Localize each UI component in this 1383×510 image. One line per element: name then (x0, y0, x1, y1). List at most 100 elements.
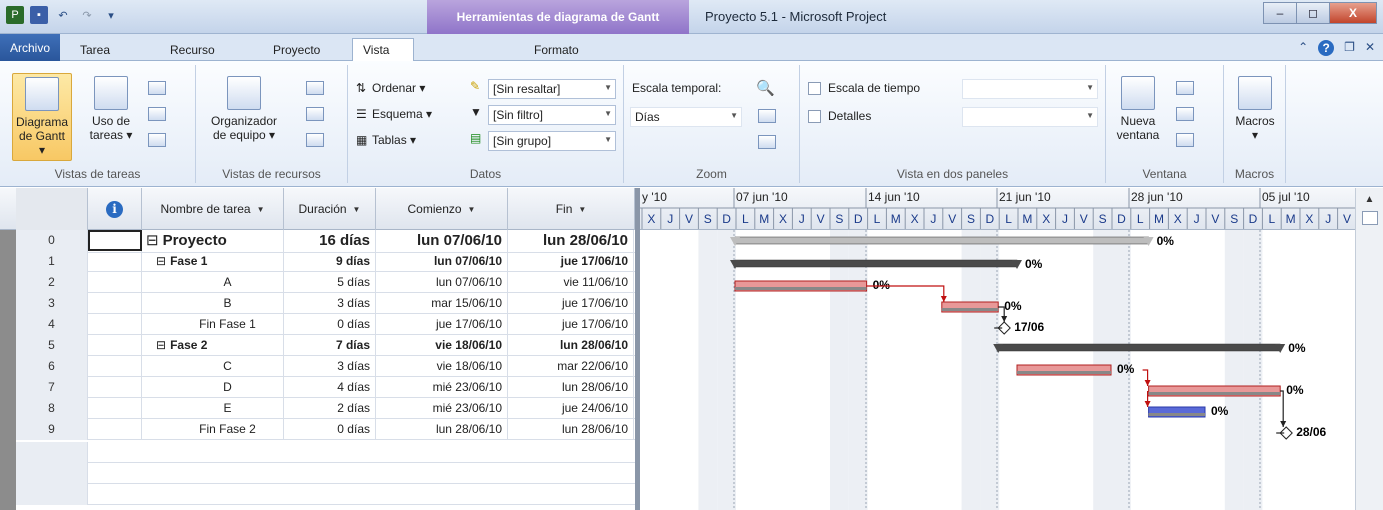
task-name-cell[interactable]: A (142, 272, 284, 293)
vertical-scrollbar[interactable]: ▲ (1355, 188, 1383, 510)
start-cell[interactable]: jue 17/06/10 (376, 314, 508, 335)
sort-button[interactable]: Ordenar ▾ (372, 81, 425, 95)
indicator-cell[interactable] (88, 314, 142, 335)
end-cell[interactable]: mar 22/06/10 (508, 356, 634, 377)
start-cell[interactable]: lun 07/06/10 (376, 272, 508, 293)
resource-sheet-icon[interactable] (306, 107, 324, 121)
collapse-icon[interactable]: ⊟ (156, 254, 166, 268)
resource-other-icon[interactable] (306, 133, 324, 147)
macros-button[interactable]: Macros ▾ (1230, 76, 1280, 142)
end-cell[interactable]: lun 28/06/10 (508, 335, 634, 356)
tab-vista[interactable]: Vista (352, 38, 414, 61)
table-row[interactable]: 9 Fin Fase 20 días lun 28/06/10 lun 28/06/1… (16, 419, 635, 440)
indicator-cell[interactable] (88, 398, 142, 419)
timeline-combo[interactable]: ▼ (962, 79, 1098, 99)
hide-window-icon[interactable] (1176, 107, 1194, 121)
close-button[interactable]: X (1329, 2, 1377, 24)
zoom-icon[interactable]: 🔍 (756, 79, 775, 97)
table-row[interactable]: 0 ⊟ Proyecto 16 días lun 07/06/10 lun 28/06/1… (16, 230, 635, 253)
row-id[interactable]: 2 (16, 272, 88, 293)
entire-project-icon[interactable] (758, 109, 776, 123)
task-usage-button[interactable]: Uso de tareas ▾ (84, 76, 138, 142)
redo-icon[interactable]: ↷ (78, 6, 96, 24)
other-views-icon[interactable] (148, 133, 166, 147)
help-icon[interactable]: ? (1318, 40, 1335, 56)
duration-cell[interactable]: 3 días (284, 356, 376, 377)
indicator-cell[interactable] (88, 230, 142, 251)
start-cell[interactable]: vie 18/06/10 (376, 356, 508, 377)
tab-proyecto[interactable]: Proyecto (263, 38, 330, 61)
task-name-cell[interactable]: ⊟ Fase 1 (142, 251, 284, 272)
end-cell[interactable]: lun 28/06/10 (508, 230, 634, 251)
undo-icon[interactable]: ↶ (54, 6, 72, 24)
start-cell[interactable]: lun 28/06/10 (376, 419, 508, 440)
row-id[interactable]: 8 (16, 398, 88, 419)
task-name-cell[interactable]: Fin Fase 1 (142, 314, 284, 335)
calendar-icon[interactable] (148, 107, 166, 121)
collapse-icon[interactable]: ⊟ (146, 232, 159, 249)
outline-button[interactable]: Esquema ▾ (372, 107, 432, 121)
end-cell[interactable]: jue 17/06/10 (508, 293, 634, 314)
network-diagram-icon[interactable] (148, 81, 166, 95)
task-name-cell[interactable]: Fin Fase 2 (142, 419, 284, 440)
project-app-icon[interactable]: P (6, 6, 24, 24)
team-planner-button[interactable]: Organizador de equipo ▾ (204, 76, 284, 142)
table-row[interactable]: 6 C 3 días vie 18/06/10 mar 22/06/10 (16, 356, 635, 377)
row-id[interactable]: 7 (16, 377, 88, 398)
tables-button[interactable]: Tablas ▾ (372, 133, 416, 147)
highlight-combo[interactable]: [Sin resaltar] ▼ (488, 79, 616, 99)
end-cell[interactable]: lun 28/06/10 (508, 377, 634, 398)
start-cell[interactable]: lun 07/06/10 (376, 251, 508, 272)
summary-bar[interactable] (997, 343, 1281, 352)
start-column-header[interactable]: Comienzo ▼ (376, 188, 508, 230)
filter-combo[interactable]: [Sin filtro] ▼ (488, 105, 616, 125)
task-name-cell[interactable]: D (142, 377, 284, 398)
customize-qat-icon[interactable]: ▾ (102, 6, 120, 24)
indicator-cell[interactable] (88, 377, 142, 398)
start-cell[interactable]: vie 18/06/10 (376, 335, 508, 356)
filter-arrow-icon[interactable]: ▼ (257, 205, 265, 214)
end-cell[interactable]: lun 28/06/10 (508, 419, 634, 440)
duration-column-header[interactable]: Duración ▼ (284, 188, 376, 230)
new-window-button[interactable]: Nueva ventana (1112, 76, 1164, 142)
duration-cell[interactable]: 2 días (284, 398, 376, 419)
tab-tarea[interactable]: Tarea (70, 38, 120, 61)
close-project-icon[interactable]: ✕ (1365, 40, 1375, 56)
task-name-column-header[interactable]: Nombre de tarea ▼ (142, 188, 284, 230)
select-all-corner[interactable] (16, 188, 88, 230)
filter-arrow-icon[interactable]: ▼ (468, 205, 476, 214)
tab-formato[interactable]: Formato (524, 38, 589, 61)
duration-cell[interactable]: 5 días (284, 272, 376, 293)
duration-cell[interactable]: 9 días (284, 251, 376, 272)
duration-cell[interactable]: 4 días (284, 377, 376, 398)
scroll-thumb[interactable] (1361, 211, 1378, 225)
indicator-cell[interactable] (88, 356, 142, 377)
row-id[interactable]: 3 (16, 293, 88, 314)
row-id[interactable]: 4 (16, 314, 88, 335)
table-row[interactable] (16, 442, 635, 463)
task-name-cell[interactable]: B (142, 293, 284, 314)
maximize-button[interactable]: ◻ (1296, 2, 1330, 24)
restore-window-icon[interactable]: ❐ (1344, 40, 1355, 56)
minimize-ribbon-icon[interactable]: ⌃ (1298, 40, 1308, 56)
row-id[interactable] (16, 484, 88, 505)
task-name-cell[interactable]: ⊟ Fase 2 (142, 335, 284, 356)
start-cell[interactable]: mié 23/06/10 (376, 398, 508, 419)
row-id[interactable]: 0 (16, 230, 88, 251)
start-cell[interactable]: mié 23/06/10 (376, 377, 508, 398)
row-id[interactable] (16, 442, 88, 463)
table-row[interactable]: 5 ⊟ Fase 2 7 días vie 18/06/10 lun 28/06/10 (16, 335, 635, 356)
row-id[interactable]: 5 (16, 335, 88, 356)
indicator-cell[interactable] (88, 272, 142, 293)
duration-cell[interactable]: 16 días (284, 230, 376, 251)
selected-tasks-icon[interactable] (758, 135, 776, 149)
scroll-up-icon[interactable]: ▲ (1356, 188, 1383, 205)
duration-cell[interactable]: 3 días (284, 293, 376, 314)
duration-cell[interactable]: 0 días (284, 314, 376, 335)
tab-archivo[interactable]: Archivo (0, 34, 60, 61)
task-name-cell[interactable]: E (142, 398, 284, 419)
minimize-button[interactable]: – (1263, 2, 1297, 24)
end-cell[interactable]: jue 24/06/10 (508, 398, 634, 419)
table-row[interactable]: 3 B 3 días mar 15/06/10 jue 17/06/10 (16, 293, 635, 314)
summary-bar[interactable] (734, 259, 1018, 268)
